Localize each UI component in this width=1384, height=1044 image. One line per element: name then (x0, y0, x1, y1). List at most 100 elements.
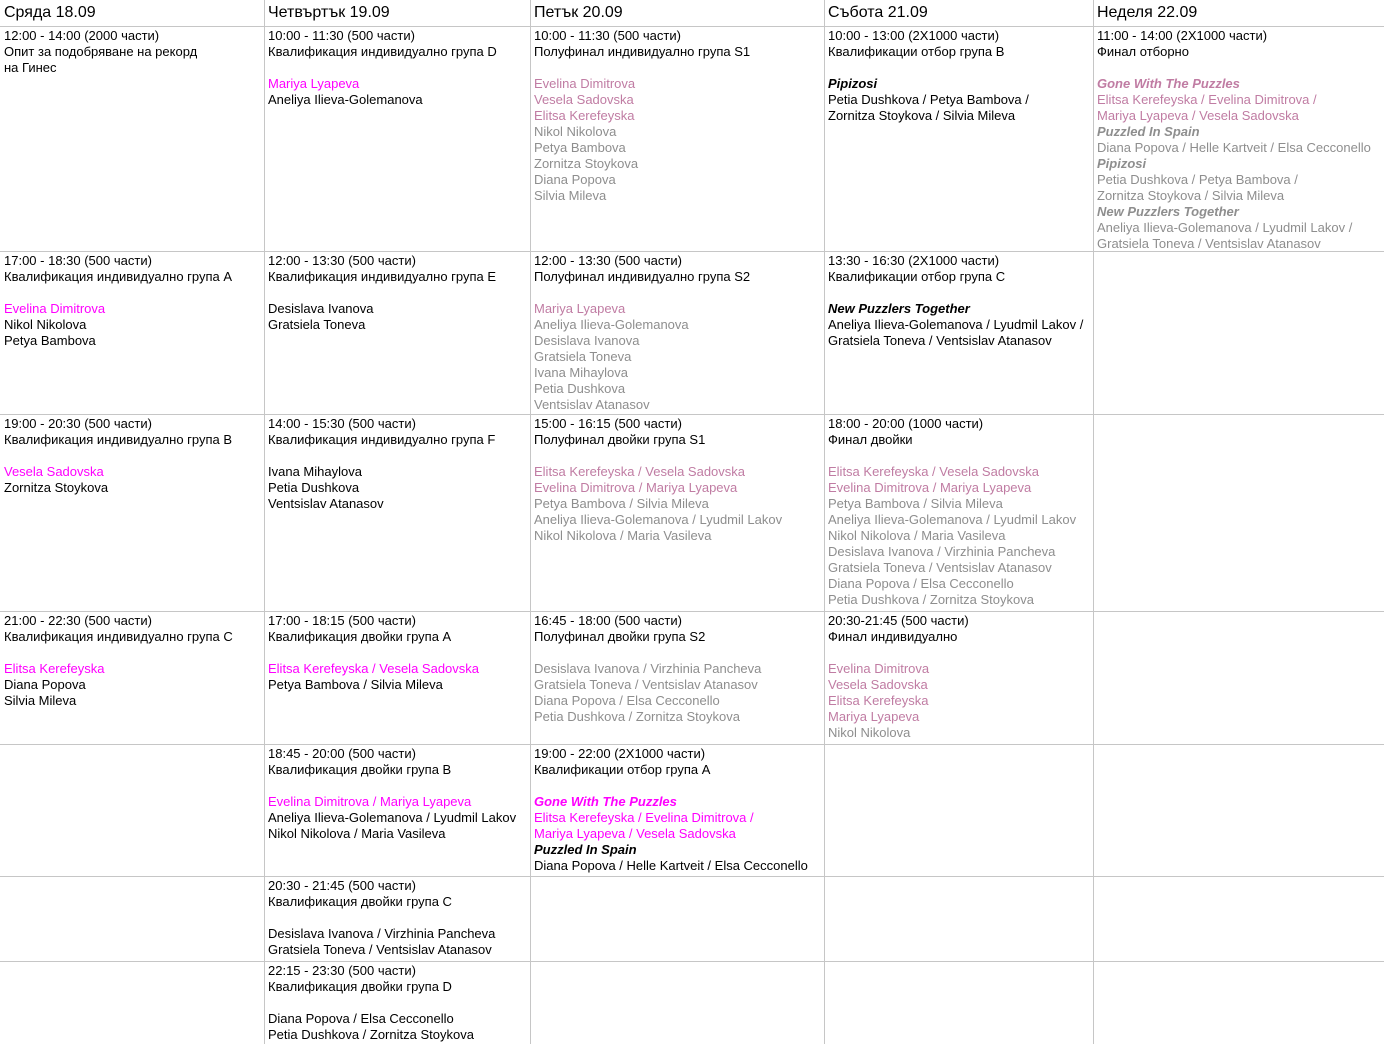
event-title: Квалификация двойки група C (268, 894, 452, 909)
row-divider (0, 251, 1384, 252)
event-title: Квалификация индивидуално група D (268, 44, 497, 59)
participant-line: Gratsiela Toneva (268, 317, 366, 332)
participant-line: Gratsiela Toneva / Ventsislav Atanasov (828, 333, 1052, 348)
participant-line: Gratsiela Toneva / Ventsislav Atanasov (828, 560, 1052, 575)
participant-line: Zornitza Stoykova / Silvia Mileva (1097, 188, 1285, 203)
event-time: 20:30 - 21:45 (500 части) (268, 878, 416, 893)
participant-line (268, 448, 528, 464)
participant-line: Elitsa Kerefeyska / Evelina Dimitrova / (534, 810, 754, 825)
event-title: Квалификации отбор група A (534, 762, 711, 777)
participant-line (1097, 60, 1382, 76)
participant-line: Nikol Nikolova / Maria Vasileva (534, 528, 712, 543)
participant-line: Aneliya Ilieva-Golemanova / Lyudmil Lako… (828, 512, 1077, 527)
schedule-cell (1097, 746, 1382, 875)
participant-line: Zornitza Stoykova (4, 480, 109, 495)
participant-line: Petia Dushkova / Zornitza Stoykova (828, 592, 1034, 607)
schedule-cell (4, 878, 262, 960)
participant-line: Desislava Ivanova / Virzhinia Pancheva (828, 544, 1056, 559)
participant-line: Desislava Ivanova (268, 301, 374, 316)
participant-line: Ventsislav Atanasov (534, 397, 650, 412)
participant-line: Puzzled In Spain (534, 842, 637, 857)
event-title: Квалификация индивидуално група A (4, 269, 233, 284)
event-time: 17:00 - 18:30 (500 части) (4, 253, 152, 268)
participant-line: Nikol Nikolova (4, 317, 87, 332)
participant-line: Aneliya Ilieva-Golemanova / Lyudmil Lako… (828, 317, 1084, 332)
participant-line: Desislava Ivanova / Virzhinia Pancheva (268, 926, 496, 941)
participant-line: Evelina Dimitrova (534, 76, 636, 91)
event-title: Полуфинал двойки група S2 (534, 629, 706, 644)
participant-line: Ivana Mihaylova (534, 365, 628, 380)
schedule-cell (828, 746, 1091, 875)
event-time: 13:30 - 16:30 (2X1000 части) (828, 253, 1000, 268)
event-title: Квалификация индивидуално група E (268, 269, 497, 284)
row-divider (0, 414, 1384, 415)
participant-line (268, 995, 528, 1011)
participant-line (4, 285, 262, 301)
event-title: Полуфинал индивидуално група S2 (534, 269, 751, 284)
event-title: Квалификация двойки група A (268, 629, 452, 644)
participant-line: Mariya Lyapeva / Vesela Sadovska (1097, 108, 1299, 123)
schedule-cell (828, 963, 1091, 1043)
event-title: Квалификация индивидуално група F (268, 432, 496, 447)
participant-line: Vesela Sadovska (4, 464, 104, 479)
participant-line: Gone With The Puzzles (1097, 76, 1240, 91)
participant-line: Diana Popova / Elsa Cecconello (828, 576, 1014, 591)
event-title: Квалификация двойки група B (268, 762, 452, 777)
participant-line (534, 448, 822, 464)
participant-line: Ivana Mihaylova (268, 464, 362, 479)
event-title: Квалификация индивидуално група C (4, 629, 233, 644)
participant-line: Diana Popova (4, 677, 86, 692)
participant-line: Evelina Dimitrova / Mariya Lyapeva (828, 480, 1032, 495)
schedule-cell: 18:00 - 20:00 (1000 части) Финал двойки El… (828, 416, 1091, 610)
row-divider (0, 26, 1384, 27)
participant-line: Zornitza Stoykova (534, 156, 639, 171)
participant-line: Petia Dushkova / Petya Bambova / (1097, 172, 1298, 187)
participant-line: Mariya Lyapeva (268, 76, 360, 91)
participant-line: Desislava Ivanova (534, 333, 640, 348)
participant-line (268, 285, 528, 301)
schedule-cell (1097, 253, 1382, 413)
participant-line: Elitsa Kerefeyska / Vesela Sadovska (268, 661, 480, 676)
schedule-cell: 19:00 - 20:30 (500 части) Квалификация ин… (4, 416, 262, 610)
participant-line: на Гинес (4, 60, 57, 75)
participant-line: Elitsa Kerefeyska (4, 661, 105, 676)
participant-line: Gratsiela Toneva (534, 349, 632, 364)
schedule-cell: 17:00 - 18:15 (500 части) Квалификация дв… (268, 613, 528, 743)
column-divider (530, 0, 531, 1044)
participant-line: Vesela Sadovska (534, 92, 634, 107)
participant-line (268, 60, 528, 76)
participant-line (4, 645, 262, 661)
event-title: Опит за подобряване на рекорд (4, 44, 198, 59)
event-time: 12:00 - 13:30 (500 части) (534, 253, 682, 268)
participant-line: New Puzzlers Together (1097, 204, 1239, 219)
event-time: 11:00 - 14:00 (2X1000 части) (1097, 28, 1268, 43)
participant-line: Gratsiela Toneva / Ventsislav Atanasov (1097, 236, 1321, 250)
participant-line (268, 645, 528, 661)
event-time: 12:00 - 14:00 (2000 части) (4, 28, 160, 43)
event-time: 10:00 - 13:00 (2X1000 части) (828, 28, 1000, 43)
schedule-cell: 16:45 - 18:00 (500 части) Полуфинал двойк… (534, 613, 822, 743)
participant-line: Aneliya Ilieva-Golemanova (268, 92, 423, 107)
row-divider (0, 744, 1384, 745)
schedule-cell: 20:30-21:45 (500 части) Финал индивидуалн… (828, 613, 1091, 743)
schedule-cell (4, 963, 262, 1043)
schedule-cell: 10:00 - 11:30 (500 части) Полуфинал индив… (534, 28, 822, 250)
event-time: 22:15 - 23:30 (500 части) (268, 963, 416, 978)
schedule-cell: 17:00 - 18:30 (500 части) Квалификация ин… (4, 253, 262, 413)
event-time: 12:00 - 13:30 (500 части) (268, 253, 416, 268)
participant-line: Diana Popova / Helle Kartveit / Elsa Cec… (534, 858, 808, 873)
participant-line: New Puzzlers Together (828, 301, 970, 316)
day-header: Сряда 18.09 (4, 4, 96, 21)
row-divider (0, 961, 1384, 962)
schedule-cell: 10:00 - 13:00 (2X1000 части) Квалификации… (828, 28, 1091, 250)
event-title: Квалификации отбор група C (828, 269, 1006, 284)
participant-line: Mariya Lyapeva (828, 709, 920, 724)
column-divider (824, 0, 825, 1044)
participant-line: Gratsiela Toneva / Ventsislav Atanasov (534, 677, 758, 692)
event-time: 19:00 - 22:00 (2X1000 части) (534, 746, 706, 761)
event-time: 20:30-21:45 (500 части) (828, 613, 969, 628)
schedule-cell: 12:00 - 13:30 (500 части) Квалификация ин… (268, 253, 528, 413)
event-title: Квалификация двойки група D (268, 979, 452, 994)
participant-line: Petya Bambova / Silvia Mileva (828, 496, 1003, 511)
schedule-cell: 14:00 - 15:30 (500 части) Квалификация ин… (268, 416, 528, 610)
